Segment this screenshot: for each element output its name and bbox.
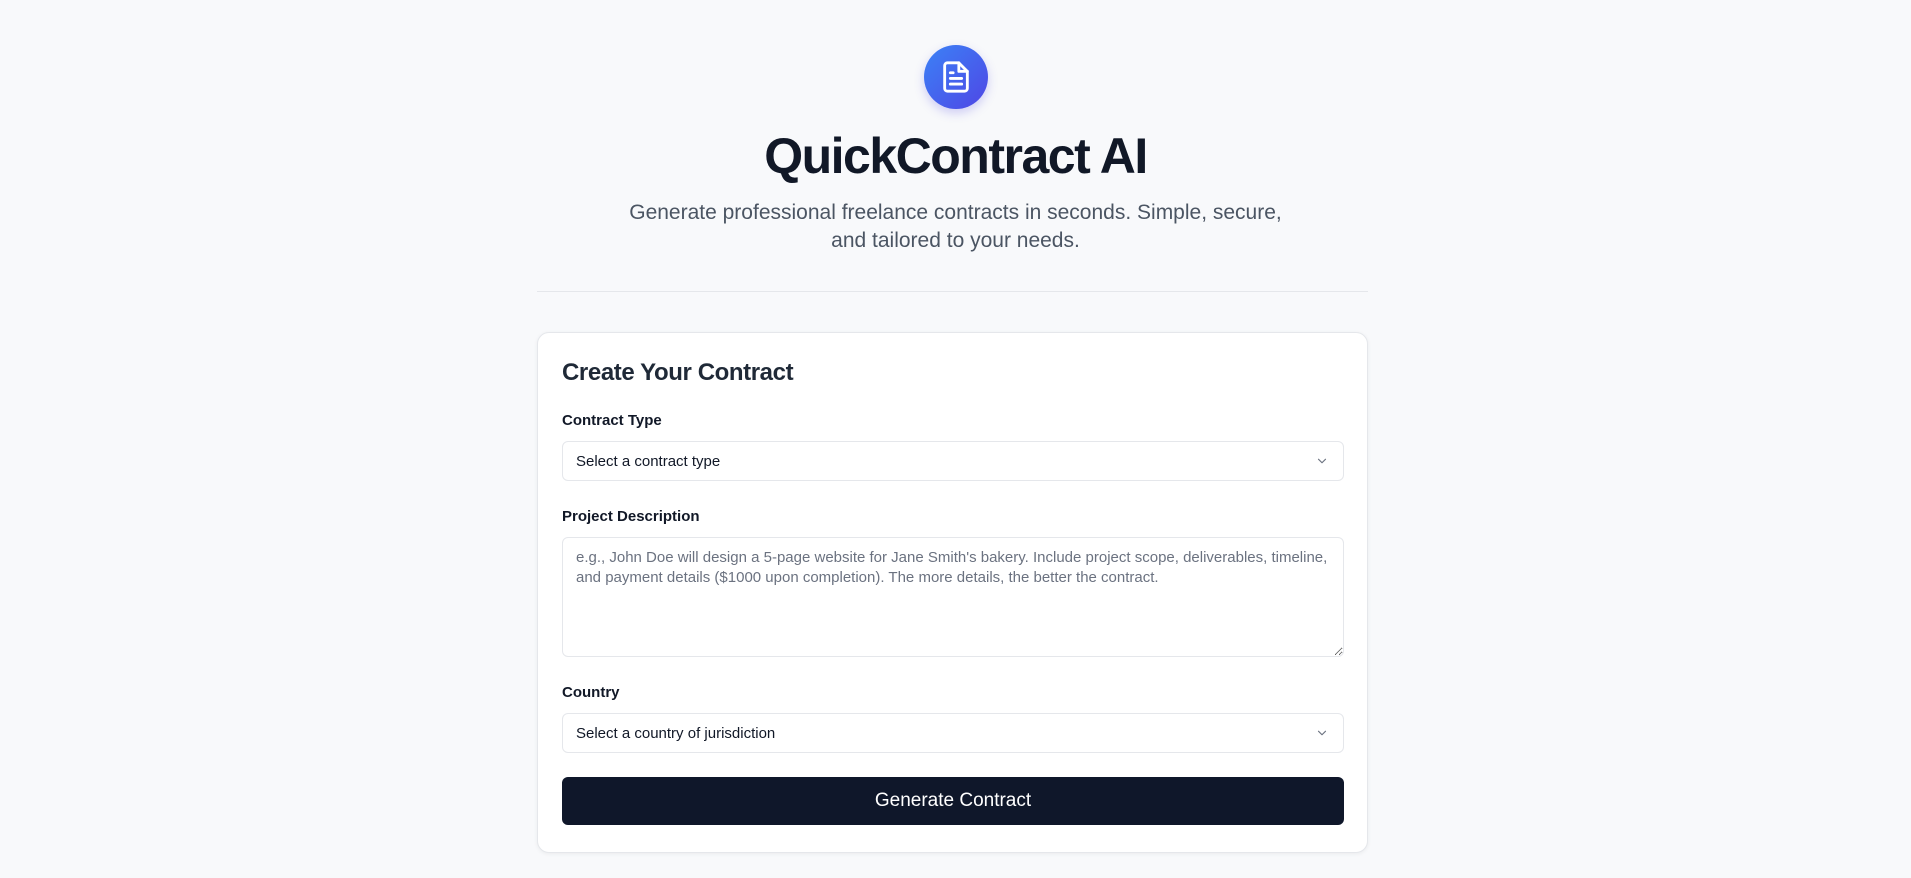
generate-contract-button[interactable]: Generate Contract <box>562 777 1344 825</box>
form-title: Create Your Contract <box>562 359 794 386</box>
header: QuickContract AI Generate professional f… <box>0 45 1911 255</box>
country-select[interactable]: Select a country of jurisdiction <box>562 713 1344 753</box>
country-label: Country <box>562 684 620 701</box>
app-logo <box>923 45 988 109</box>
contract-form-card: Create Your Contract Contract Type Selec… <box>537 332 1368 853</box>
document-icon <box>942 61 969 93</box>
header-divider <box>537 291 1368 292</box>
page-subtitle: Generate professional freelance contract… <box>629 201 1282 252</box>
page: QuickContract AI Generate professional f… <box>0 0 1911 878</box>
chevron-down-icon <box>1315 454 1329 468</box>
chevron-down-icon <box>1315 726 1329 740</box>
contract-type-value: Select a contract type <box>576 452 721 470</box>
page-title: QuickContract AI <box>764 128 1148 184</box>
contract-type-select[interactable]: Select a contract type <box>562 441 1344 481</box>
country-value: Select a country of jurisdiction <box>576 724 776 742</box>
project-description-label: Project Description <box>562 508 700 525</box>
contract-type-label: Contract Type <box>562 412 662 429</box>
project-description-input[interactable] <box>562 537 1344 657</box>
